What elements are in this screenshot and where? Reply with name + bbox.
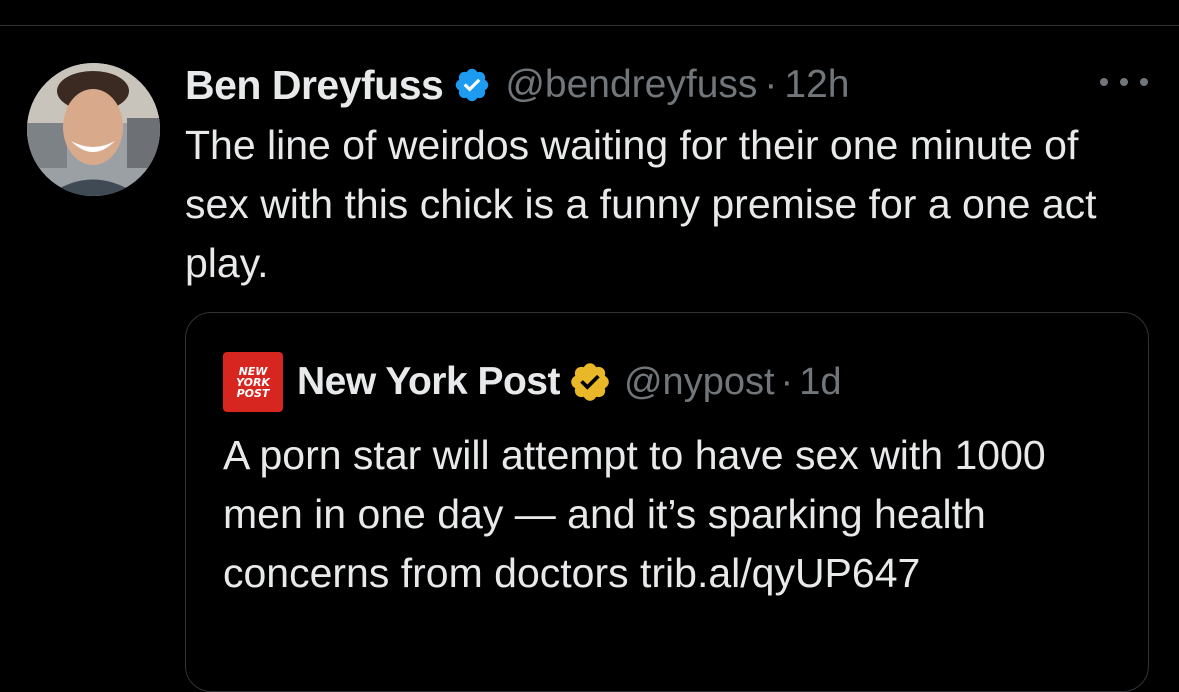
top-divider bbox=[0, 25, 1179, 26]
logo-line: POST bbox=[236, 386, 270, 400]
logo-line: NEW bbox=[238, 364, 268, 378]
tweet-text: The line of weirdos waiting for their on… bbox=[185, 122, 1097, 286]
nypost-logo[interactable]: NEW YORK POST bbox=[223, 352, 283, 412]
tweet-header: Ben Dreyfuss @bendreyfuss · 12h bbox=[185, 57, 849, 113]
quoted-author-handle[interactable]: @nypost bbox=[624, 361, 775, 404]
more-horizontal-icon[interactable] bbox=[1100, 68, 1148, 96]
quoted-tweet-card[interactable]: NEW YORK POST New York Post @nypost · 1d… bbox=[185, 312, 1149, 692]
timestamp[interactable]: 12h bbox=[784, 63, 849, 107]
quoted-tweet-header: NEW YORK POST New York Post @nypost · 1d bbox=[223, 352, 841, 412]
gold-check-icon bbox=[568, 360, 612, 404]
quoted-author-name[interactable]: New York Post bbox=[297, 360, 560, 404]
quoted-tweet-text: A porn star will attempt to have sex wit… bbox=[223, 432, 1046, 596]
author-handle[interactable]: @bendreyfuss bbox=[505, 63, 757, 107]
author-name[interactable]: Ben Dreyfuss bbox=[185, 62, 444, 109]
separator-dot: · bbox=[764, 63, 778, 106]
blue-check-icon bbox=[453, 66, 491, 104]
quoted-timestamp[interactable]: 1d bbox=[799, 361, 841, 404]
avatar[interactable] bbox=[27, 63, 160, 196]
logo-line: YORK bbox=[236, 375, 270, 389]
quoted-separator-dot: · bbox=[780, 360, 794, 403]
